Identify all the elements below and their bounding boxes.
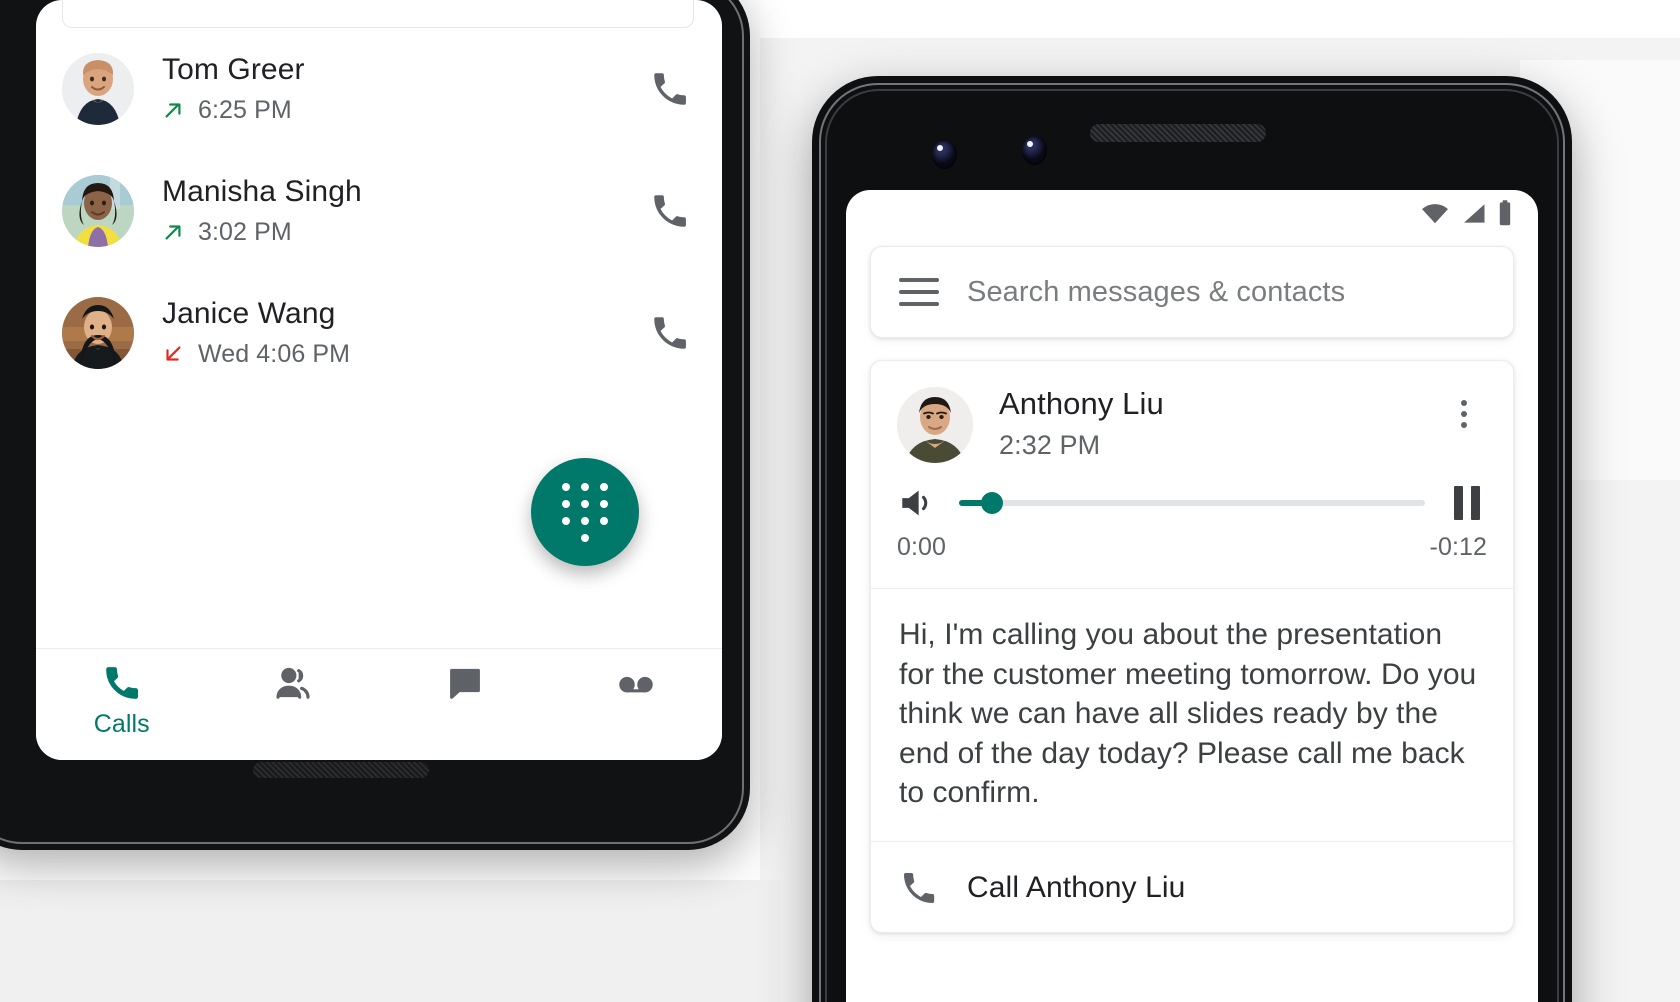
- contact-name: Janice Wang: [162, 297, 336, 331]
- audio-player: [871, 463, 1513, 523]
- phone-icon: [105, 667, 138, 699]
- call-back-button[interactable]: [644, 185, 696, 237]
- call-row-text: Tom Greer 6:25 PM: [162, 53, 644, 125]
- voicemail-transcript: Hi, I'm calling you about the presentati…: [871, 589, 1513, 841]
- call-row-text: Manisha Singh 3:02 PM: [162, 175, 644, 247]
- tab-calls[interactable]: Calls: [36, 649, 208, 760]
- playback-progress-knob[interactable]: [980, 492, 1003, 514]
- screenshot-stage: Tom Greer 6:25 PM Manisha Singh 3:02 PM …: [0, 0, 1680, 1002]
- call-back-button[interactable]: [644, 63, 696, 115]
- table-row[interactable]: Manisha Singh 3:02 PM: [36, 150, 722, 272]
- background-panel-top: [760, 0, 1680, 38]
- contact-name: Tom Greer: [162, 53, 305, 87]
- tab-voicemail[interactable]: [551, 649, 723, 760]
- transcript-text: Hi, I'm calling you about the presentati…: [899, 618, 1477, 810]
- voicemail-card: Anthony Liu 2:32 PM 0:00 -0:12 Hi, I'm c…: [870, 360, 1514, 933]
- earpiece-speaker-grille: [1090, 124, 1266, 142]
- phone-icon: [904, 872, 935, 903]
- call-meta: 6:25 PM: [162, 96, 644, 125]
- call-log-list: Tom Greer 6:25 PM Manisha Singh 3:02 PM …: [36, 28, 722, 394]
- voicemail-icon: [619, 676, 653, 693]
- wifi-icon: [1422, 204, 1448, 224]
- dialpad-icon: [561, 482, 609, 542]
- bottom-navigation-bar: Calls: [36, 648, 722, 760]
- call-timestamp: 6:25 PM: [198, 95, 292, 124]
- partial-card-above: [62, 0, 694, 28]
- hamburger-menu-icon[interactable]: [899, 278, 939, 306]
- pause-icon[interactable]: [1447, 483, 1487, 523]
- table-row[interactable]: Tom Greer 6:25 PM: [36, 28, 722, 150]
- battery-icon: [1499, 200, 1511, 226]
- tab-contacts[interactable]: [208, 649, 380, 760]
- front-camera-icon: [932, 140, 957, 169]
- arrow-down-left-icon: [166, 346, 181, 361]
- signal-icon: [1464, 204, 1485, 223]
- speaker-icon[interactable]: [897, 485, 937, 521]
- arrow-up-right-icon: [165, 225, 181, 240]
- remaining-time: -0:12: [1429, 533, 1487, 561]
- phone-icon: [654, 73, 686, 105]
- tab-messages[interactable]: [379, 649, 551, 760]
- arrow-up-right-icon: [165, 103, 181, 118]
- search-input[interactable]: Search messages & contacts: [870, 246, 1514, 338]
- avatar: [62, 175, 134, 247]
- call-meta: 3:02 PM: [162, 218, 644, 247]
- dialpad-fab-button[interactable]: [531, 458, 639, 566]
- phone-icon: [654, 195, 686, 227]
- status-bar: [846, 190, 1538, 236]
- search-placeholder: Search messages & contacts: [967, 275, 1346, 308]
- elapsed-time: 0:00: [897, 533, 947, 561]
- playback-times: 0:00 -0:12: [871, 523, 1513, 588]
- voicemail-timestamp: 2:32 PM: [999, 430, 1101, 461]
- call-row-text: Janice Wang Wed 4:06 PM: [162, 297, 644, 369]
- call-contact-action[interactable]: Call Anthony Liu: [871, 842, 1513, 932]
- playback-progress-slider[interactable]: [959, 492, 1425, 514]
- right-phone-device: Search messages & contacts Anthony Liu 2…: [812, 76, 1572, 1002]
- left-phone-screen: Tom Greer 6:25 PM Manisha Singh 3:02 PM …: [36, 0, 722, 760]
- call-contact-label: Call Anthony Liu: [967, 870, 1186, 904]
- bottom-speaker-grille: [253, 762, 429, 778]
- more-vert-icon[interactable]: [1441, 391, 1487, 437]
- messages-icon: [449, 668, 480, 699]
- call-meta: Wed 4:06 PM: [162, 340, 644, 369]
- background-panel-bottom: [0, 880, 780, 1002]
- front-camera-secondary-icon: [1022, 136, 1047, 165]
- tab-calls-label: Calls: [93, 710, 150, 738]
- avatar: [62, 53, 134, 125]
- right-phone-screen: Search messages & contacts Anthony Liu 2…: [846, 190, 1538, 1002]
- table-row[interactable]: Janice Wang Wed 4:06 PM: [36, 272, 722, 394]
- left-phone-device: Tom Greer 6:25 PM Manisha Singh 3:02 PM …: [0, 0, 750, 850]
- contact-name: Anthony Liu: [999, 386, 1164, 421]
- avatar: [62, 297, 134, 369]
- call-timestamp: 3:02 PM: [198, 217, 292, 246]
- avatar: [897, 387, 973, 463]
- voicemail-header: Anthony Liu 2:32 PM: [871, 361, 1513, 463]
- call-back-button[interactable]: [644, 307, 696, 359]
- call-timestamp: Wed 4:06 PM: [198, 339, 351, 368]
- contact-name: Manisha Singh: [162, 175, 362, 209]
- phone-icon: [654, 317, 686, 349]
- contacts-icon: [276, 667, 310, 699]
- voicemail-header-text: Anthony Liu 2:32 PM: [999, 386, 1441, 461]
